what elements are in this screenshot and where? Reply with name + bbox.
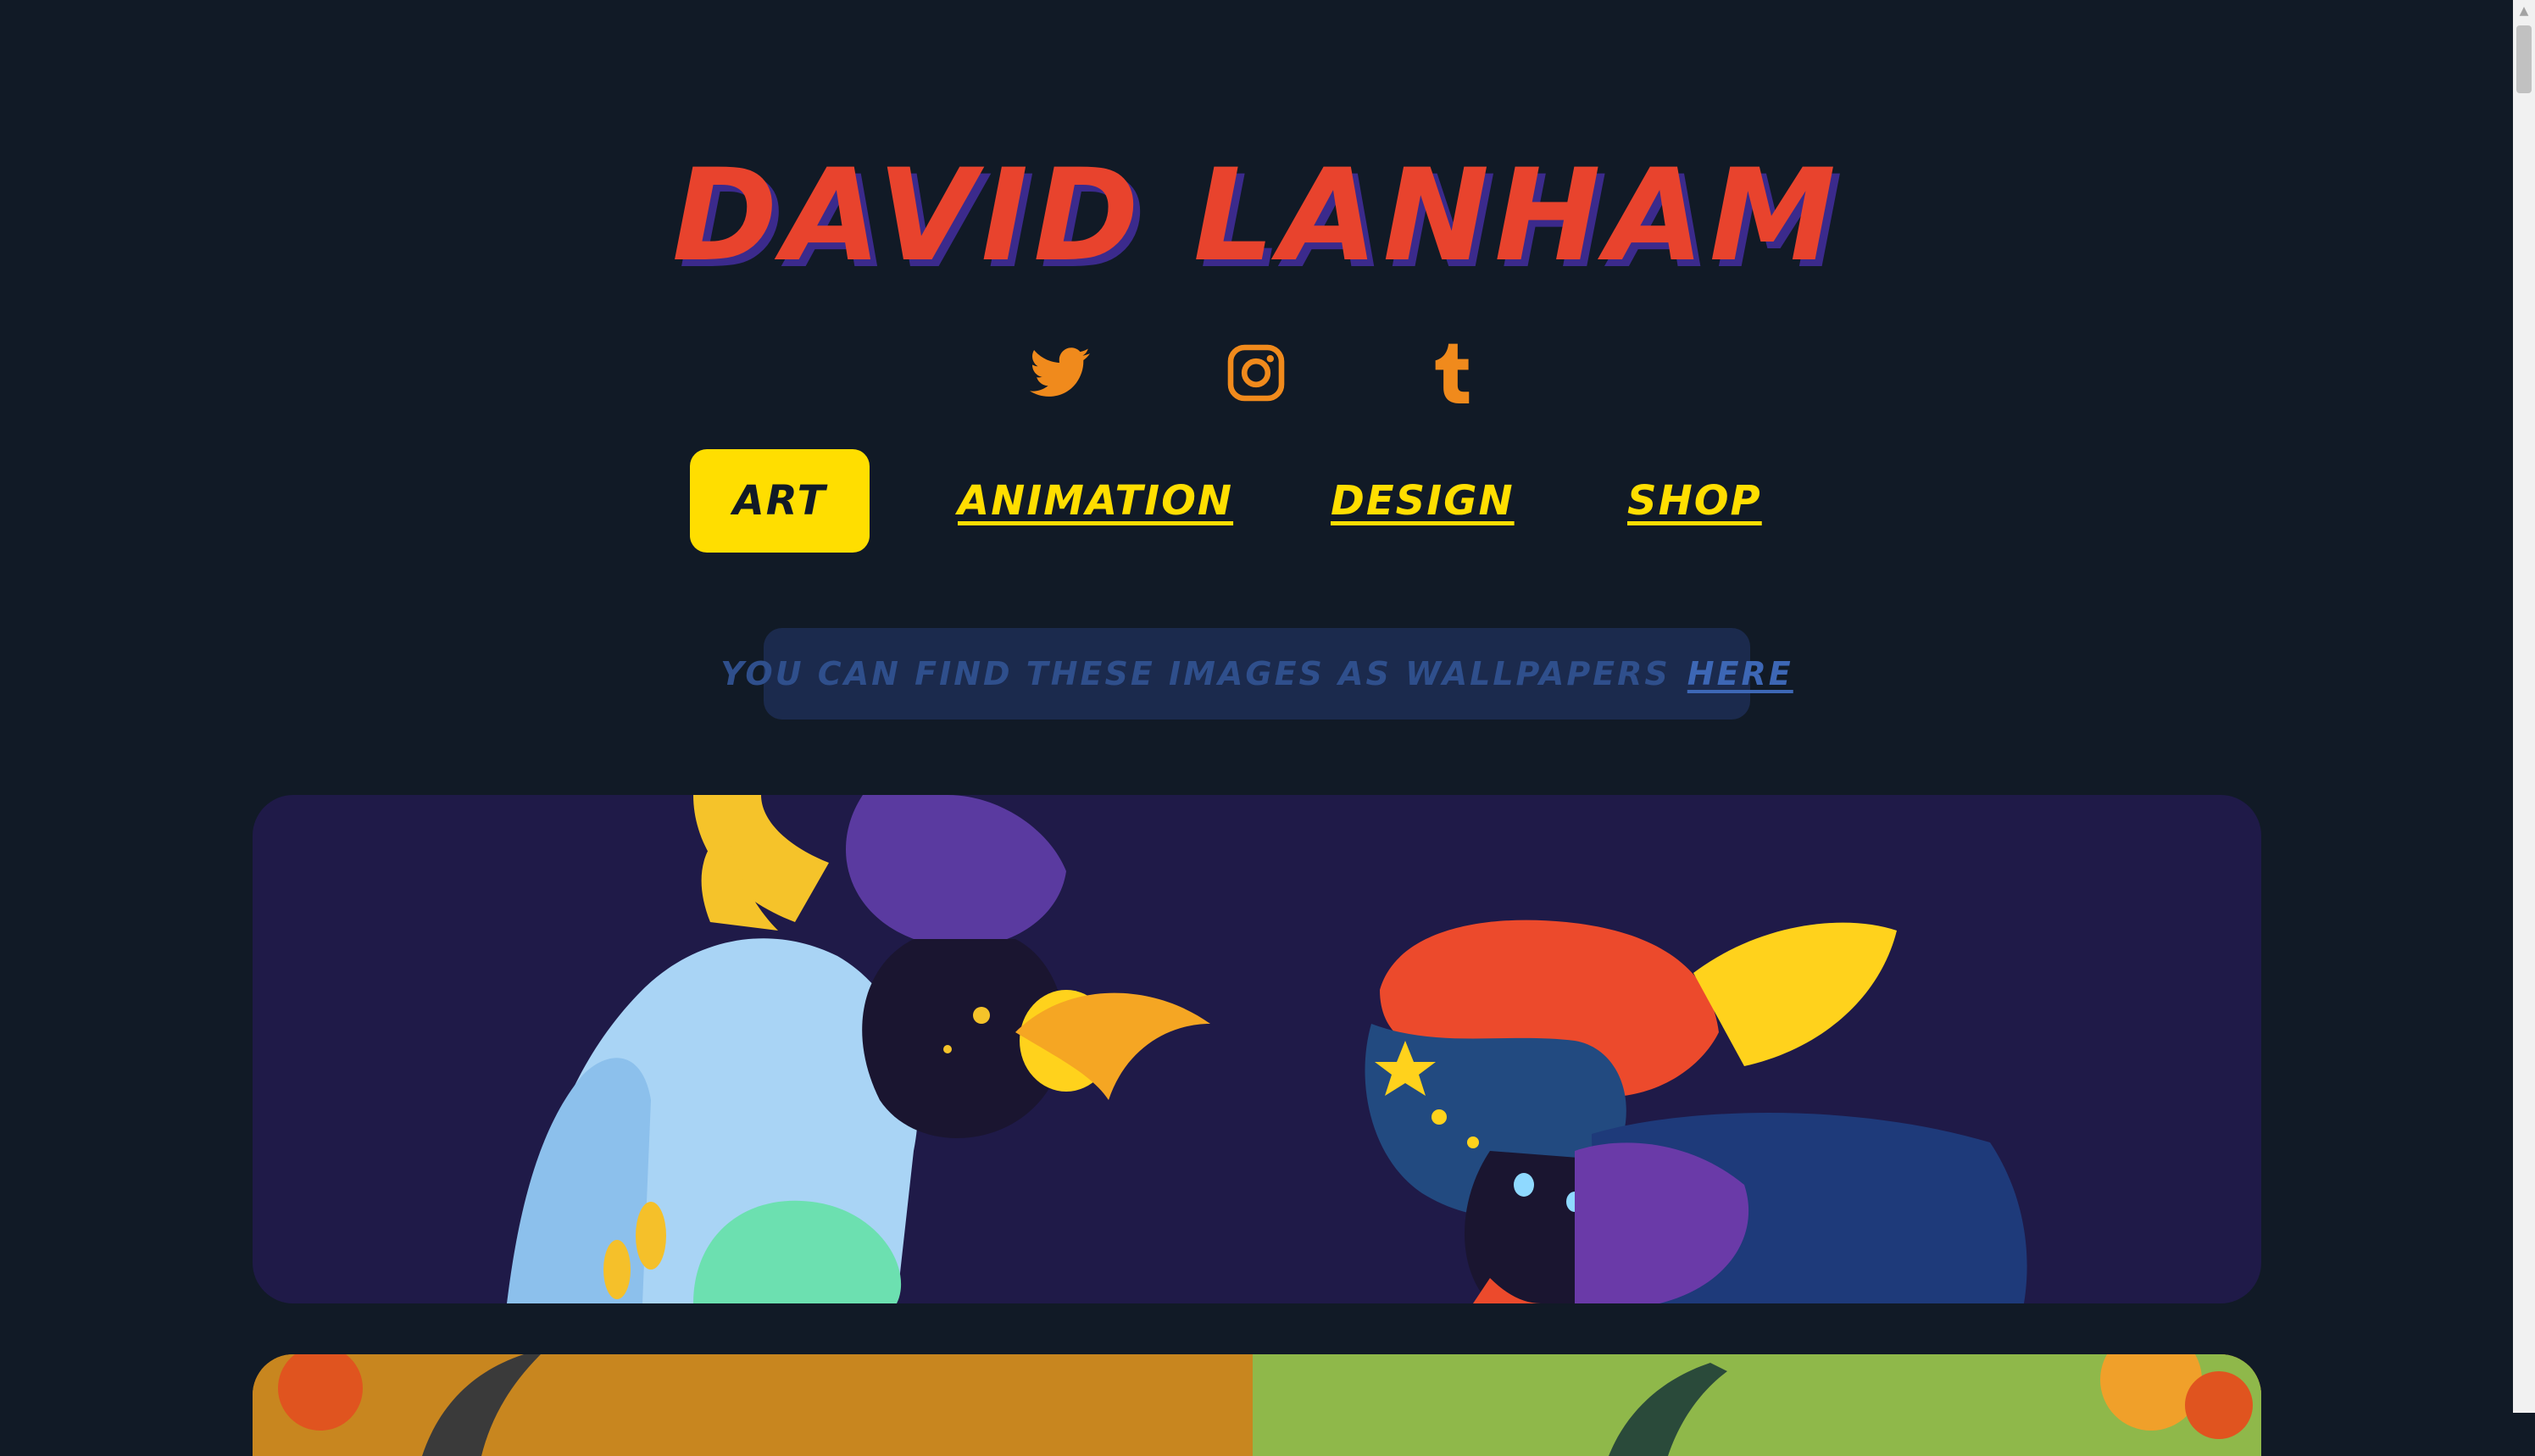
page: DAVID LANHAM ART ANIMATION DESIGN SHOP Y… bbox=[0, 0, 2513, 1456]
tumblr-icon bbox=[1428, 342, 1472, 403]
site-title[interactable]: DAVID LANHAM bbox=[0, 140, 2513, 292]
vertical-scrollbar[interactable]: ▲ bbox=[2513, 0, 2535, 1413]
scroll-thumb[interactable] bbox=[2516, 25, 2532, 93]
instagram-icon bbox=[1226, 342, 1287, 403]
nav-shop[interactable]: SHOP bbox=[1627, 449, 1760, 553]
artwork-panel[interactable] bbox=[253, 795, 2261, 1303]
artwork-illustration-2 bbox=[253, 1354, 2261, 1456]
nav-art[interactable]: ART bbox=[690, 449, 870, 553]
artwork-panel-2[interactable] bbox=[253, 1354, 2261, 1456]
nav-animation[interactable]: ANIMATION bbox=[958, 449, 1231, 553]
scroll-up-icon[interactable]: ▲ bbox=[2513, 0, 2535, 22]
instagram-link[interactable] bbox=[1218, 335, 1294, 411]
tumblr-link[interactable] bbox=[1412, 335, 1488, 411]
main-nav: ART ANIMATION DESIGN SHOP bbox=[0, 449, 2513, 553]
twitter-icon bbox=[1030, 347, 1091, 398]
twitter-link[interactable] bbox=[1022, 335, 1098, 411]
wallpaper-notice: YOU CAN FIND THESE IMAGES AS WALLPAPERS … bbox=[720, 628, 1791, 720]
social-links bbox=[0, 335, 2513, 411]
notice-text: YOU CAN FIND THESE IMAGES AS WALLPAPERS bbox=[720, 655, 1671, 692]
wallpaper-link[interactable]: HERE bbox=[1687, 655, 1793, 692]
nav-design[interactable]: DESIGN bbox=[1331, 449, 1513, 553]
artwork-illustration bbox=[507, 795, 2027, 1303]
